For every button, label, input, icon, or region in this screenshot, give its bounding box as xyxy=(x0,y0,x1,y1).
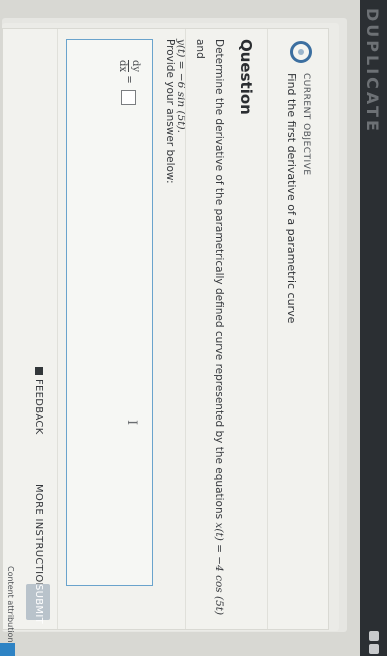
question-body: Determine the derivative of the parametr… xyxy=(213,39,225,520)
feedback-icon xyxy=(35,367,43,375)
top-bar: DUPLICATE xyxy=(360,0,387,656)
answer-input-area[interactable]: dy dx = I xyxy=(66,39,153,586)
text-cursor-icon: I xyxy=(124,420,139,426)
window-control-icon[interactable] xyxy=(369,631,379,641)
equals-sign: = xyxy=(123,75,134,84)
fraction-numerator: dy xyxy=(130,60,141,73)
window-control-icon[interactable] xyxy=(369,644,379,654)
action-bar: FEEDBACK MORE INSTRUCTION SUBMIT xyxy=(16,29,56,629)
content-attribution-link[interactable]: Content attribution xyxy=(6,566,15,643)
objective-text: Find the first derivative of a parametri… xyxy=(285,73,298,324)
question-card: CURRENT OBJECTIVE Find the first derivat… xyxy=(2,28,329,630)
question-and: and xyxy=(194,39,206,59)
fraction-denominator: dx xyxy=(117,60,128,73)
derivative-fraction: dy dx xyxy=(117,60,141,73)
submit-button[interactable]: SUBMIT xyxy=(26,584,50,624)
current-objective: CURRENT OBJECTIVE Find the first derivat… xyxy=(274,35,316,615)
rotated-screen: DUPLICATE CURRENT OBJECTIVE Find the fir… xyxy=(0,0,387,656)
x-equation: x(t) = −4 cos (5t) xyxy=(213,522,225,616)
objective-kicker: CURRENT OBJECTIVE xyxy=(301,73,311,176)
progress-ring-icon xyxy=(290,41,312,63)
help-tab[interactable] xyxy=(0,643,15,656)
answer-prompt: Provide your answer below: xyxy=(164,39,176,184)
brand-logo: DUPLICATE xyxy=(363,8,382,134)
divider xyxy=(57,29,58,629)
divider xyxy=(185,29,186,629)
question-title: Question xyxy=(237,39,255,115)
divider xyxy=(267,29,268,629)
feedback-button[interactable]: FEEDBACK xyxy=(26,367,50,435)
feedback-label: FEEDBACK xyxy=(33,379,44,435)
question-text: Determine the derivative of the parametr… xyxy=(171,39,228,624)
answer-blank-input[interactable] xyxy=(121,89,136,105)
more-instruction-button[interactable]: MORE INSTRUCTION xyxy=(26,484,50,590)
answer-formula: dy dx = xyxy=(117,60,141,105)
